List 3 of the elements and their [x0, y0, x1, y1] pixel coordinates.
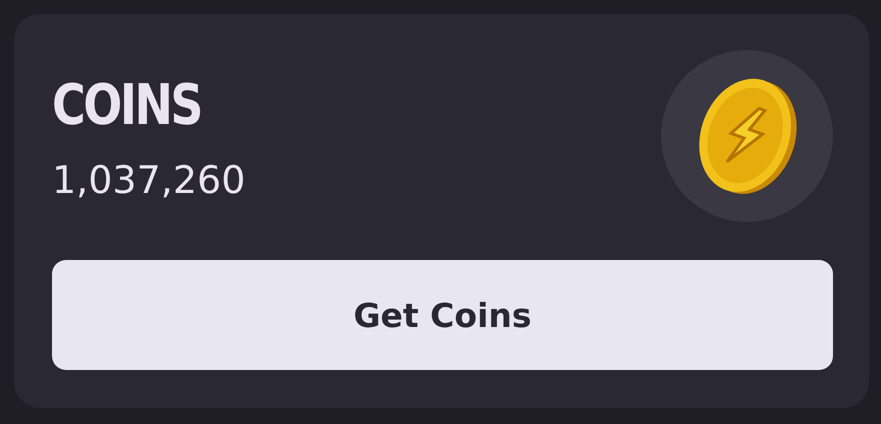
card-title: COINS — [52, 76, 202, 136]
get-coins-button[interactable]: Get Coins — [52, 260, 833, 370]
coin-amount: 1,037,260 — [52, 158, 246, 202]
